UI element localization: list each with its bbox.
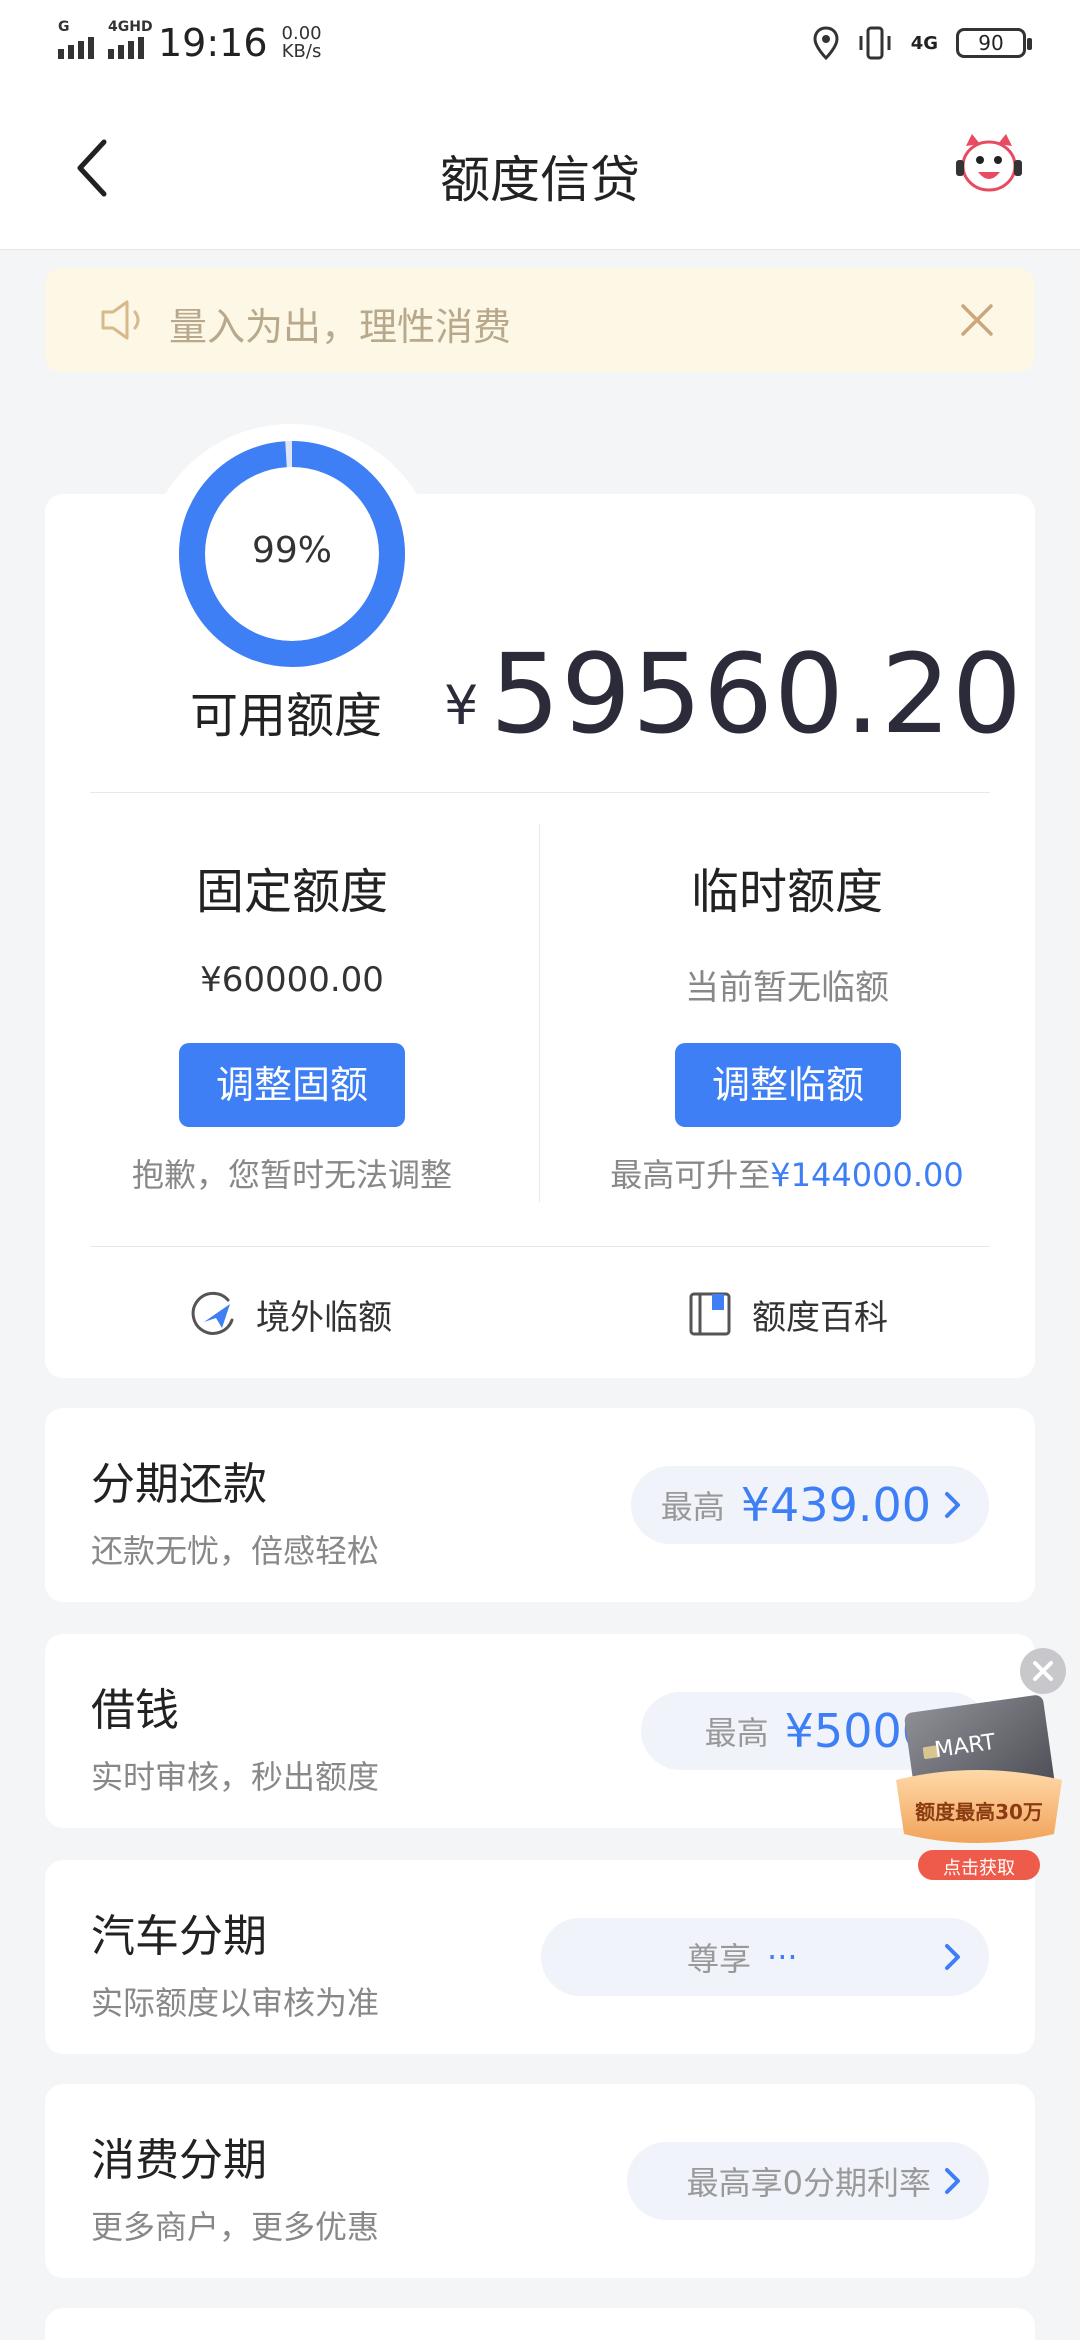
signal-1-icon: G <box>58 19 94 59</box>
chevron-right-icon <box>945 1944 960 1970</box>
signal-2-icon: 4GHD <box>108 19 153 59</box>
chevron-right-icon <box>945 2168 960 2194</box>
item-title: 汽车分期 <box>91 1911 267 1962</box>
column-divider <box>539 824 540 1202</box>
fixed-credit-amount: ¥60000.00 <box>200 960 384 1000</box>
pill-prefix: 最高享0分期利率 <box>686 2164 931 2202</box>
ad-headline: 额度最高30万 <box>915 1800 1043 1824</box>
vibrate-icon <box>859 26 891 60</box>
item-quota-pill[interactable]: 最高享0分期利率 <box>627 2142 989 2220</box>
available-credit-label: 可用额度 <box>190 688 383 744</box>
credit-wiki-label: 额度百科 <box>752 1297 888 1338</box>
pill-prefix: 最高 <box>660 1488 725 1526</box>
pill-value: ··· <box>767 1938 798 1976</box>
temp-credit-note: 最高可升至¥144000.00 <box>562 1150 1012 1196</box>
close-icon[interactable] <box>957 300 997 340</box>
pill-prefix: 尊享 <box>687 1940 752 1978</box>
temp-credit-max-amount: ¥144000.00 <box>770 1156 964 1194</box>
notice-banner: 量入为出，理性消费 <box>45 268 1035 372</box>
list-item-installment-repayment[interactable]: 分期还款 还款无忧，倍感轻松 最高 ¥439.00 <box>45 1408 1035 1602</box>
item-subtitle: 还款无忧，倍感轻松 <box>91 1532 380 1570</box>
speed-unit: KB/s <box>281 41 322 62</box>
item-subtitle: 实时审核，秒出额度 <box>91 1758 380 1796</box>
status-right: 4G 90 <box>813 18 1032 68</box>
speaker-icon <box>101 300 140 340</box>
pill-value: ¥439.00 <box>740 1478 931 1532</box>
currency-symbol: ¥ <box>444 674 479 737</box>
status-left: G 4GHD 19:16 0.00 KB/s <box>58 18 322 68</box>
ad-cta: 点击获取 <box>943 1858 1015 1879</box>
temp-credit-title: 临时额度 <box>690 864 883 920</box>
list-item-consumer-installment[interactable]: 消费分期 更多商户，更多优惠 最高享0分期利率 <box>45 2084 1035 2278</box>
item-title: 消费分期 <box>91 2135 267 2186</box>
plane-globe-icon <box>191 1291 234 1335</box>
temp-credit-note-prefix: 最高可升至 <box>610 1156 771 1194</box>
item-title: 借钱 <box>91 1685 179 1736</box>
item-quota-pill[interactable]: 最高 ¥439.00 <box>631 1466 989 1544</box>
fixed-credit-title: 固定额度 <box>195 864 388 920</box>
adjust-temp-credit-button[interactable]: 调整临额 <box>675 1043 901 1127</box>
usage-percent: 99% <box>251 530 332 571</box>
network-type: 4G <box>910 32 938 54</box>
list-item-car-installment[interactable]: 汽车分期 实际额度以审核为准 尊享 ··· <box>45 1860 1035 2054</box>
temp-credit-status: 当前暂无临额 <box>685 968 889 1008</box>
customer-service-mascot-icon[interactable] <box>954 132 1024 198</box>
credit-wiki-link[interactable]: 额度百科 <box>686 1284 888 1344</box>
battery-level: 90 <box>978 31 1004 55</box>
location-icon <box>813 26 839 60</box>
chevron-right-icon <box>945 1492 960 1518</box>
page-title: 额度信贷 <box>440 151 640 209</box>
signal-2-label: 4GHD <box>108 19 153 35</box>
list-item-partial <box>45 2308 1035 2340</box>
battery-icon: 90 <box>956 28 1032 58</box>
floating-credit-card-ad[interactable]: MART 额度最高30万 点击获取 <box>886 1684 1072 1884</box>
overseas-temp-credit-link[interactable]: 境外临额 <box>190 1284 392 1344</box>
available-credit-amount: 59560.20 <box>490 630 1023 758</box>
item-subtitle: 更多商户，更多优惠 <box>91 2208 380 2246</box>
notice-text: 量入为出，理性消费 <box>169 305 512 349</box>
pill-prefix: 最高 <box>704 1714 769 1752</box>
item-title: 分期还款 <box>91 1459 267 1510</box>
overseas-temp-credit-label: 境外临额 <box>256 1297 392 1338</box>
fixed-credit-note: 抱歉，您暂时无法调整 <box>131 1156 452 1194</box>
item-quota-pill[interactable]: 尊享 ··· <box>541 1918 989 1996</box>
book-icon <box>689 1292 731 1336</box>
network-speed: 0.00 KB/s <box>282 25 322 61</box>
pill-group: 尊享 ··· <box>687 1934 808 1980</box>
nav-header: 额度信贷 <box>0 80 1080 250</box>
adjust-fixed-credit-button[interactable]: 调整固额 <box>179 1043 405 1127</box>
divider <box>90 792 990 793</box>
status-bar: G 4GHD 19:16 0.00 KB/s 4G 90 <box>0 0 1080 80</box>
signal-1-label: G <box>58 19 70 35</box>
divider <box>90 1246 990 1247</box>
item-subtitle: 实际额度以审核为准 <box>91 1984 380 2022</box>
clock: 19:16 <box>158 21 268 65</box>
